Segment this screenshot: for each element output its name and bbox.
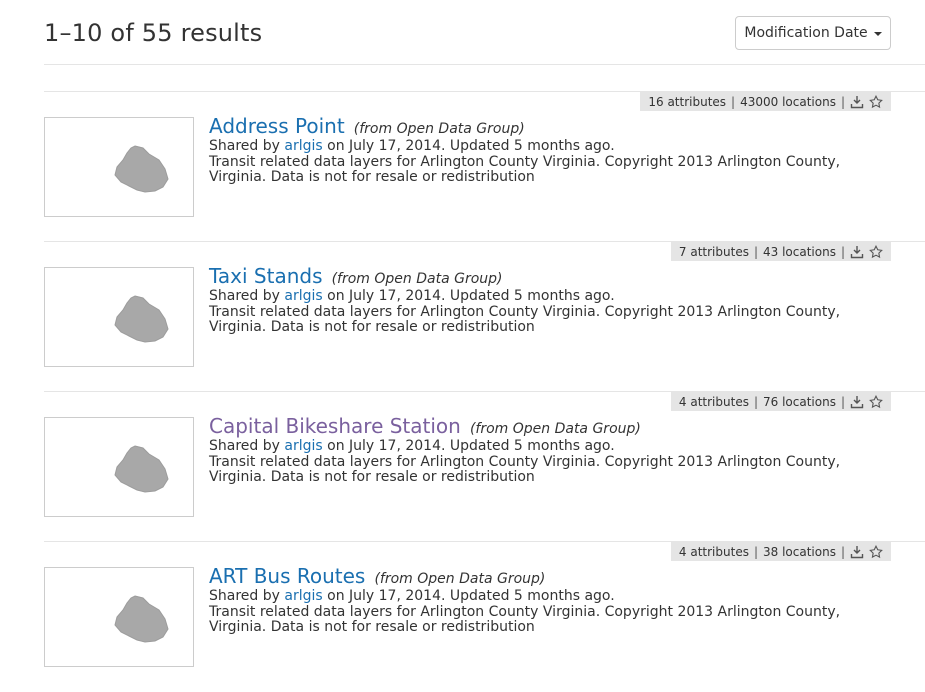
result-source: (from Open Data Group) [374,571,546,587]
shared-line: Shared by arlgis on July 17, 2014. Updat… [209,588,615,604]
result-item: 4 attributes | 76 locations | Capital Bi… [44,391,925,542]
star-icon[interactable] [869,244,883,259]
user-link[interactable]: arlgis [284,288,322,304]
meta-separator: | [840,244,845,259]
county-map-icon [114,445,169,493]
map-thumbnail[interactable] [44,567,194,667]
result-source: (from Open Data Group) [469,421,641,437]
user-link[interactable]: arlgis [284,138,322,154]
attributes-count: 16 attributes [648,94,727,109]
result-title-line: Taxi Stands (from Open Data Group) [209,264,503,288]
results-count: 1–10 of 55 results [44,19,263,47]
result-description: Transit related data layers for Arlingto… [209,454,841,485]
download-icon[interactable] [850,245,864,259]
shared-suffix: on July 17, 2014. Updated 5 months ago. [327,438,615,454]
result-title-link[interactable]: Taxi Stands [209,264,323,288]
shared-prefix: Shared by [209,288,280,304]
results-header: 1–10 of 55 results Modification Date [44,0,925,65]
shared-line: Shared by arlgis on July 17, 2014. Updat… [209,438,615,454]
result-title-line: Capital Bikeshare Station (from Open Dat… [209,414,641,438]
result-meta-bar: 7 attributes | 43 locations | [670,242,891,261]
result-title-line: Address Point (from Open Data Group) [209,114,525,138]
result-title-link[interactable]: ART Bus Routes [209,564,365,588]
locations-count: 38 locations [763,544,836,559]
shared-suffix: on July 17, 2014. Updated 5 months ago. [327,588,615,604]
result-description: Transit related data layers for Arlingto… [209,304,841,335]
shared-line: Shared by arlgis on July 17, 2014. Updat… [209,288,615,304]
user-link[interactable]: arlgis [284,438,322,454]
map-thumbnail[interactable] [44,417,194,517]
locations-count: 43000 locations [740,94,836,109]
locations-count: 43 locations [763,244,836,259]
meta-separator: | [840,394,845,409]
download-icon[interactable] [850,545,864,559]
shared-prefix: Shared by [209,588,280,604]
meta-separator: | [840,544,845,559]
result-item: 7 attributes | 43 locations | Taxi Stand… [44,241,925,392]
meta-separator: | [753,244,758,259]
locations-count: 76 locations [763,394,836,409]
shared-line: Shared by arlgis on July 17, 2014. Updat… [209,138,615,154]
result-title-link[interactable]: Address Point [209,114,345,138]
meta-separator: | [731,94,736,109]
county-map-icon [114,145,169,193]
county-map-icon [114,295,169,343]
star-icon[interactable] [869,544,883,559]
map-thumbnail[interactable] [44,267,194,367]
user-link[interactable]: arlgis [284,588,322,604]
shared-suffix: on July 17, 2014. Updated 5 months ago. [327,138,615,154]
meta-separator: | [840,94,845,109]
sort-label: Modification Date [744,25,868,41]
result-item: 4 attributes | 38 locations | ART Bus Ro… [44,541,925,692]
result-title-link[interactable]: Capital Bikeshare Station [209,414,461,438]
result-source: (from Open Data Group) [353,121,525,137]
meta-separator: | [753,394,758,409]
result-description: Transit related data layers for Arlingto… [209,154,841,185]
map-thumbnail[interactable] [44,117,194,217]
sort-dropdown-button[interactable]: Modification Date [735,16,891,50]
county-map-icon [114,595,169,643]
star-icon[interactable] [869,394,883,409]
result-item: 16 attributes | 43000 locations | Addres… [44,91,925,242]
attributes-count: 4 attributes [678,394,749,409]
download-icon[interactable] [850,395,864,409]
result-title-line: ART Bus Routes (from Open Data Group) [209,564,545,588]
star-icon[interactable] [869,94,883,109]
download-icon[interactable] [850,95,864,109]
attributes-count: 7 attributes [678,244,749,259]
result-meta-bar: 4 attributes | 38 locations | [670,542,891,561]
caret-down-icon [873,32,882,36]
result-description: Transit related data layers for Arlingto… [209,604,841,635]
result-source: (from Open Data Group) [331,271,503,287]
attributes-count: 4 attributes [678,544,749,559]
result-meta-bar: 16 attributes | 43000 locations | [640,92,891,111]
shared-suffix: on July 17, 2014. Updated 5 months ago. [327,288,615,304]
shared-prefix: Shared by [209,438,280,454]
result-meta-bar: 4 attributes | 76 locations | [670,392,891,411]
meta-separator: | [753,544,758,559]
shared-prefix: Shared by [209,138,280,154]
